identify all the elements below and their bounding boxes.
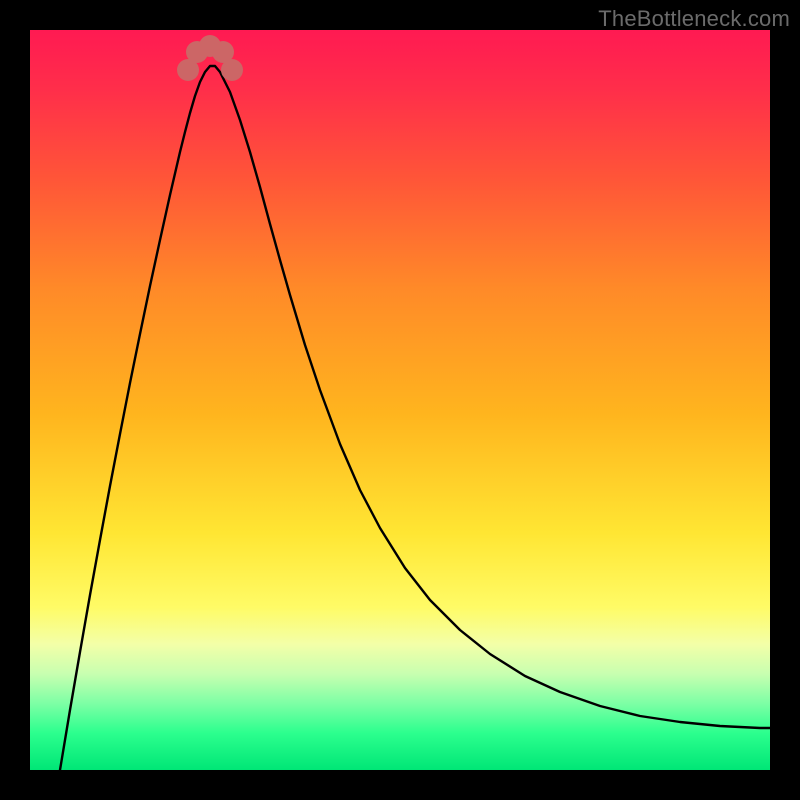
watermark-text: TheBottleneck.com: [598, 6, 790, 32]
bottleneck-chart: [30, 30, 770, 770]
trough-marker: [221, 59, 243, 81]
gradient-background: [30, 30, 770, 770]
chart-frame: [30, 30, 770, 770]
